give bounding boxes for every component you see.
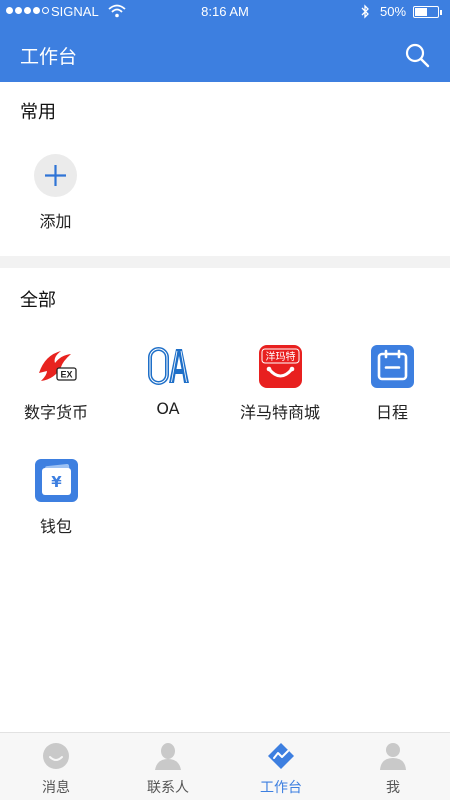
- svg-text:EX: EX: [60, 370, 72, 380]
- app-label: OA: [156, 399, 180, 418]
- app-tile-digital-currency[interactable]: EX 数字货币: [0, 345, 112, 425]
- tab-contacts[interactable]: 联系人: [112, 733, 224, 800]
- tab-messages[interactable]: 消息: [0, 733, 112, 800]
- contacts-person-icon: [155, 743, 181, 770]
- tab-label: 联系人: [147, 780, 189, 796]
- battery-percent: 50%: [380, 4, 407, 19]
- all-section-title: 全部: [20, 290, 56, 311]
- page-title: 工作台: [20, 46, 78, 68]
- tab-label: 工作台: [260, 780, 302, 796]
- status-bar: SIGNAL 8:16 AM 50%: [0, 0, 450, 24]
- workbench-icon: [268, 743, 294, 769]
- calendar-icon: [371, 345, 414, 388]
- app-label: 洋马特商城: [239, 403, 320, 422]
- battery-icon: [413, 6, 442, 18]
- tab-workbench[interactable]: 工作台: [225, 733, 337, 800]
- wallet-icon-text: ¥: [51, 473, 62, 491]
- all-apps-section: 全部 EX 数字货币 OA 洋玛特 洋马特商城 日程 ¥ 钱包: [0, 268, 450, 732]
- add-button[interactable]: [34, 154, 77, 197]
- tab-label: 我: [386, 780, 400, 796]
- app-tile-oa[interactable]: OA: [112, 345, 224, 425]
- add-label: 添加: [39, 212, 72, 231]
- common-section-title: 常用: [20, 102, 56, 123]
- plus-icon: [45, 165, 66, 186]
- tab-me[interactable]: 我: [337, 733, 449, 800]
- app-tile-yangmate-mall[interactable]: 洋玛特 洋马特商城: [224, 345, 336, 425]
- app-label: 钱包: [39, 517, 72, 536]
- bluetooth-icon: [361, 4, 369, 19]
- common-section: 常用 添加: [0, 82, 450, 256]
- me-person-icon: [380, 743, 406, 770]
- digital-currency-logo-icon: EX: [39, 351, 77, 381]
- search-icon[interactable]: [404, 42, 430, 68]
- wallet-icon: ¥: [35, 459, 78, 502]
- top-bar: SIGNAL 8:16 AM 50% 工作台: [0, 0, 450, 82]
- yangmate-icon-text: 洋玛特: [266, 350, 296, 363]
- yangmate-mall-icon: 洋玛特: [259, 345, 302, 388]
- app-tile-calendar[interactable]: 日程: [336, 345, 448, 425]
- message-face-icon: [43, 743, 69, 769]
- app-label: 日程: [375, 403, 408, 422]
- tab-label: 消息: [42, 780, 70, 796]
- app-tile-wallet[interactable]: ¥ 钱包: [0, 459, 112, 539]
- oa-logo-icon: [148, 347, 189, 385]
- app-label: 数字货币: [23, 403, 88, 422]
- bottom-tab-bar: 消息 联系人 工作台 我: [0, 732, 450, 800]
